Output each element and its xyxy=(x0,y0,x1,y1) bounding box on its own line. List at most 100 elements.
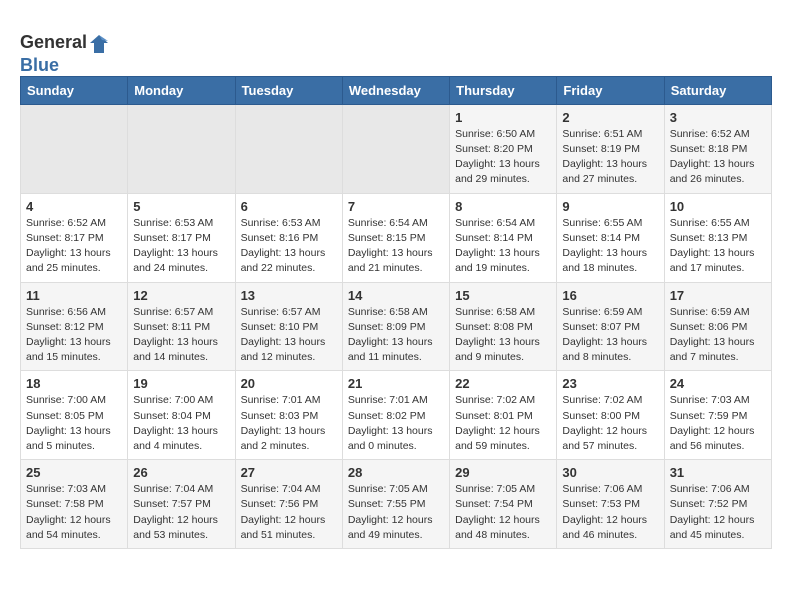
day-info: Sunrise: 6:54 AM Sunset: 8:14 PM Dayligh… xyxy=(455,216,551,277)
day-number: 28 xyxy=(348,465,444,480)
calendar-day-cell: 22Sunrise: 7:02 AM Sunset: 8:01 PM Dayli… xyxy=(450,371,557,460)
calendar-day-cell xyxy=(21,104,128,193)
day-info: Sunrise: 7:06 AM Sunset: 7:53 PM Dayligh… xyxy=(562,482,658,543)
calendar-day-cell: 15 Sunrise: 6:58 AM Sunset: 8:08 PM Dayli… xyxy=(450,282,557,371)
calendar-day-cell: 29 Sunrise: 7:05 AM Sunset: 7:54 PM Dayli… xyxy=(450,460,557,549)
day-number: 17 xyxy=(670,288,766,303)
day-number: 8 xyxy=(455,199,551,214)
day-info: Sunrise: 7:06 AM Sunset: 7:52 PM Dayligh… xyxy=(670,482,766,543)
day-info: Sunrise: 6:59 AM Sunset: 8:07 PM Dayligh… xyxy=(562,305,658,366)
day-number: 10 xyxy=(670,199,766,214)
calendar-day-cell: 4 Sunrise: 6:52 AM Sunset: 8:17 PM Daylig… xyxy=(21,193,128,282)
day-number: 2 xyxy=(562,110,658,125)
calendar-day-cell: 9Sunrise: 6:55 AM Sunset: 8:14 PM Daylig… xyxy=(557,193,664,282)
day-number: 15 xyxy=(455,288,551,303)
day-info: Sunrise: 6:55 AM Sunset: 8:14 PM Dayligh… xyxy=(562,216,658,277)
day-number: 12 xyxy=(133,288,229,303)
day-number: 18 xyxy=(26,376,122,391)
day-info: Sunrise: 7:02 AM Sunset: 8:00 PM Dayligh… xyxy=(562,393,658,454)
days-header-row: SundayMondayTuesdayWednesdayThursdayFrid… xyxy=(21,76,772,104)
day-info: Sunrise: 7:00 AM Sunset: 8:05 PM Dayligh… xyxy=(26,393,122,454)
calendar-day-cell: 30 Sunrise: 7:06 AM Sunset: 7:53 PM Dayli… xyxy=(557,460,664,549)
day-info: Sunrise: 6:57 AM Sunset: 8:10 PM Dayligh… xyxy=(241,305,337,366)
day-number: 30 xyxy=(562,465,658,480)
day-number: 4 xyxy=(26,199,122,214)
day-number: 16 xyxy=(562,288,658,303)
day-number: 19 xyxy=(133,376,229,391)
day-of-week-header: Thursday xyxy=(450,76,557,104)
day-number: 1 xyxy=(455,110,551,125)
day-of-week-header: Monday xyxy=(128,76,235,104)
calendar-day-cell xyxy=(128,104,235,193)
day-info: Sunrise: 6:59 AM Sunset: 8:06 PM Dayligh… xyxy=(670,305,766,366)
day-info: Sunrise: 6:52 AM Sunset: 8:17 PM Dayligh… xyxy=(26,216,122,277)
calendar-day-cell: 21Sunrise: 7:01 AM Sunset: 8:02 PM Dayli… xyxy=(342,371,449,460)
day-info: Sunrise: 6:56 AM Sunset: 8:12 PM Dayligh… xyxy=(26,305,122,366)
day-number: 23 xyxy=(562,376,658,391)
calendar-day-cell: 20 Sunrise: 7:01 AM Sunset: 8:03 PM Dayli… xyxy=(235,371,342,460)
day-number: 21 xyxy=(348,376,444,391)
calendar-week-row: 25 Sunrise: 7:03 AM Sunset: 7:58 PM Dayli… xyxy=(21,460,772,549)
day-info: Sunrise: 7:02 AM Sunset: 8:01 PM Dayligh… xyxy=(455,393,551,454)
day-info: Sunrise: 7:05 AM Sunset: 7:54 PM Dayligh… xyxy=(455,482,551,543)
day-number: 5 xyxy=(133,199,229,214)
day-number: 26 xyxy=(133,465,229,480)
day-of-week-header: Friday xyxy=(557,76,664,104)
calendar-day-cell: 1Sunrise: 6:50 AM Sunset: 8:20 PM Daylig… xyxy=(450,104,557,193)
calendar-day-cell: 28Sunrise: 7:05 AM Sunset: 7:55 PM Dayli… xyxy=(342,460,449,549)
day-info: Sunrise: 6:53 AM Sunset: 8:17 PM Dayligh… xyxy=(133,216,229,277)
day-number: 29 xyxy=(455,465,551,480)
calendar-day-cell: 5 Sunrise: 6:53 AM Sunset: 8:17 PM Daylig… xyxy=(128,193,235,282)
day-number: 14 xyxy=(348,288,444,303)
day-of-week-header: Wednesday xyxy=(342,76,449,104)
calendar-day-cell: 17 Sunrise: 6:59 AM Sunset: 8:06 PM Dayli… xyxy=(664,282,771,371)
day-info: Sunrise: 7:00 AM Sunset: 8:04 PM Dayligh… xyxy=(133,393,229,454)
logo-blue: Blue xyxy=(20,55,59,75)
day-info: Sunrise: 7:04 AM Sunset: 7:57 PM Dayligh… xyxy=(133,482,229,543)
calendar-week-row: 1Sunrise: 6:50 AM Sunset: 8:20 PM Daylig… xyxy=(21,104,772,193)
logo: General Blue xyxy=(20,32,111,76)
day-number: 7 xyxy=(348,199,444,214)
calendar-day-cell: 11 Sunrise: 6:56 AM Sunset: 8:12 PM Dayli… xyxy=(21,282,128,371)
day-info: Sunrise: 7:04 AM Sunset: 7:56 PM Dayligh… xyxy=(241,482,337,543)
calendar-day-cell: 14 Sunrise: 6:58 AM Sunset: 8:09 PM Dayli… xyxy=(342,282,449,371)
day-of-week-header: Sunday xyxy=(21,76,128,104)
day-number: 25 xyxy=(26,465,122,480)
calendar-table: SundayMondayTuesdayWednesdayThursdayFrid… xyxy=(20,76,772,549)
calendar-day-cell: 31Sunrise: 7:06 AM Sunset: 7:52 PM Dayli… xyxy=(664,460,771,549)
calendar-day-cell xyxy=(235,104,342,193)
calendar-day-cell: 26 Sunrise: 7:04 AM Sunset: 7:57 PM Dayli… xyxy=(128,460,235,549)
calendar-week-row: 11 Sunrise: 6:56 AM Sunset: 8:12 PM Dayli… xyxy=(21,282,772,371)
calendar-day-cell: 16 Sunrise: 6:59 AM Sunset: 8:07 PM Dayli… xyxy=(557,282,664,371)
day-number: 20 xyxy=(241,376,337,391)
day-number: 11 xyxy=(26,288,122,303)
calendar-day-cell: 24Sunrise: 7:03 AM Sunset: 7:59 PM Dayli… xyxy=(664,371,771,460)
day-info: Sunrise: 6:52 AM Sunset: 8:18 PM Dayligh… xyxy=(670,127,766,188)
calendar-day-cell: 25 Sunrise: 7:03 AM Sunset: 7:58 PM Dayli… xyxy=(21,460,128,549)
logo-bird-icon xyxy=(88,33,110,55)
day-info: Sunrise: 6:58 AM Sunset: 8:09 PM Dayligh… xyxy=(348,305,444,366)
calendar-day-cell: 23 Sunrise: 7:02 AM Sunset: 8:00 PM Dayli… xyxy=(557,371,664,460)
calendar-day-cell: 13 Sunrise: 6:57 AM Sunset: 8:10 PM Dayli… xyxy=(235,282,342,371)
day-info: Sunrise: 7:01 AM Sunset: 8:03 PM Dayligh… xyxy=(241,393,337,454)
day-number: 27 xyxy=(241,465,337,480)
day-number: 3 xyxy=(670,110,766,125)
day-info: Sunrise: 6:54 AM Sunset: 8:15 PM Dayligh… xyxy=(348,216,444,277)
calendar-day-cell: 19 Sunrise: 7:00 AM Sunset: 8:04 PM Dayli… xyxy=(128,371,235,460)
calendar-day-cell: 10Sunrise: 6:55 AM Sunset: 8:13 PM Dayli… xyxy=(664,193,771,282)
calendar-day-cell: 18 Sunrise: 7:00 AM Sunset: 8:05 PM Dayli… xyxy=(21,371,128,460)
calendar-day-cell: 12Sunrise: 6:57 AM Sunset: 8:11 PM Dayli… xyxy=(128,282,235,371)
calendar-day-cell xyxy=(342,104,449,193)
day-info: Sunrise: 7:03 AM Sunset: 7:58 PM Dayligh… xyxy=(26,482,122,543)
day-info: Sunrise: 6:58 AM Sunset: 8:08 PM Dayligh… xyxy=(455,305,551,366)
calendar-day-cell: 6 Sunrise: 6:53 AM Sunset: 8:16 PM Daylig… xyxy=(235,193,342,282)
calendar-week-row: 4 Sunrise: 6:52 AM Sunset: 8:17 PM Daylig… xyxy=(21,193,772,282)
calendar-day-cell: 7 Sunrise: 6:54 AM Sunset: 8:15 PM Daylig… xyxy=(342,193,449,282)
day-number: 6 xyxy=(241,199,337,214)
day-number: 13 xyxy=(241,288,337,303)
logo-general: General xyxy=(20,32,87,52)
page-header: General Blue xyxy=(20,28,772,76)
calendar-day-cell: 27 Sunrise: 7:04 AM Sunset: 7:56 PM Dayli… xyxy=(235,460,342,549)
day-info: Sunrise: 6:53 AM Sunset: 8:16 PM Dayligh… xyxy=(241,216,337,277)
calendar-day-cell: 3 Sunrise: 6:52 AM Sunset: 8:18 PM Daylig… xyxy=(664,104,771,193)
